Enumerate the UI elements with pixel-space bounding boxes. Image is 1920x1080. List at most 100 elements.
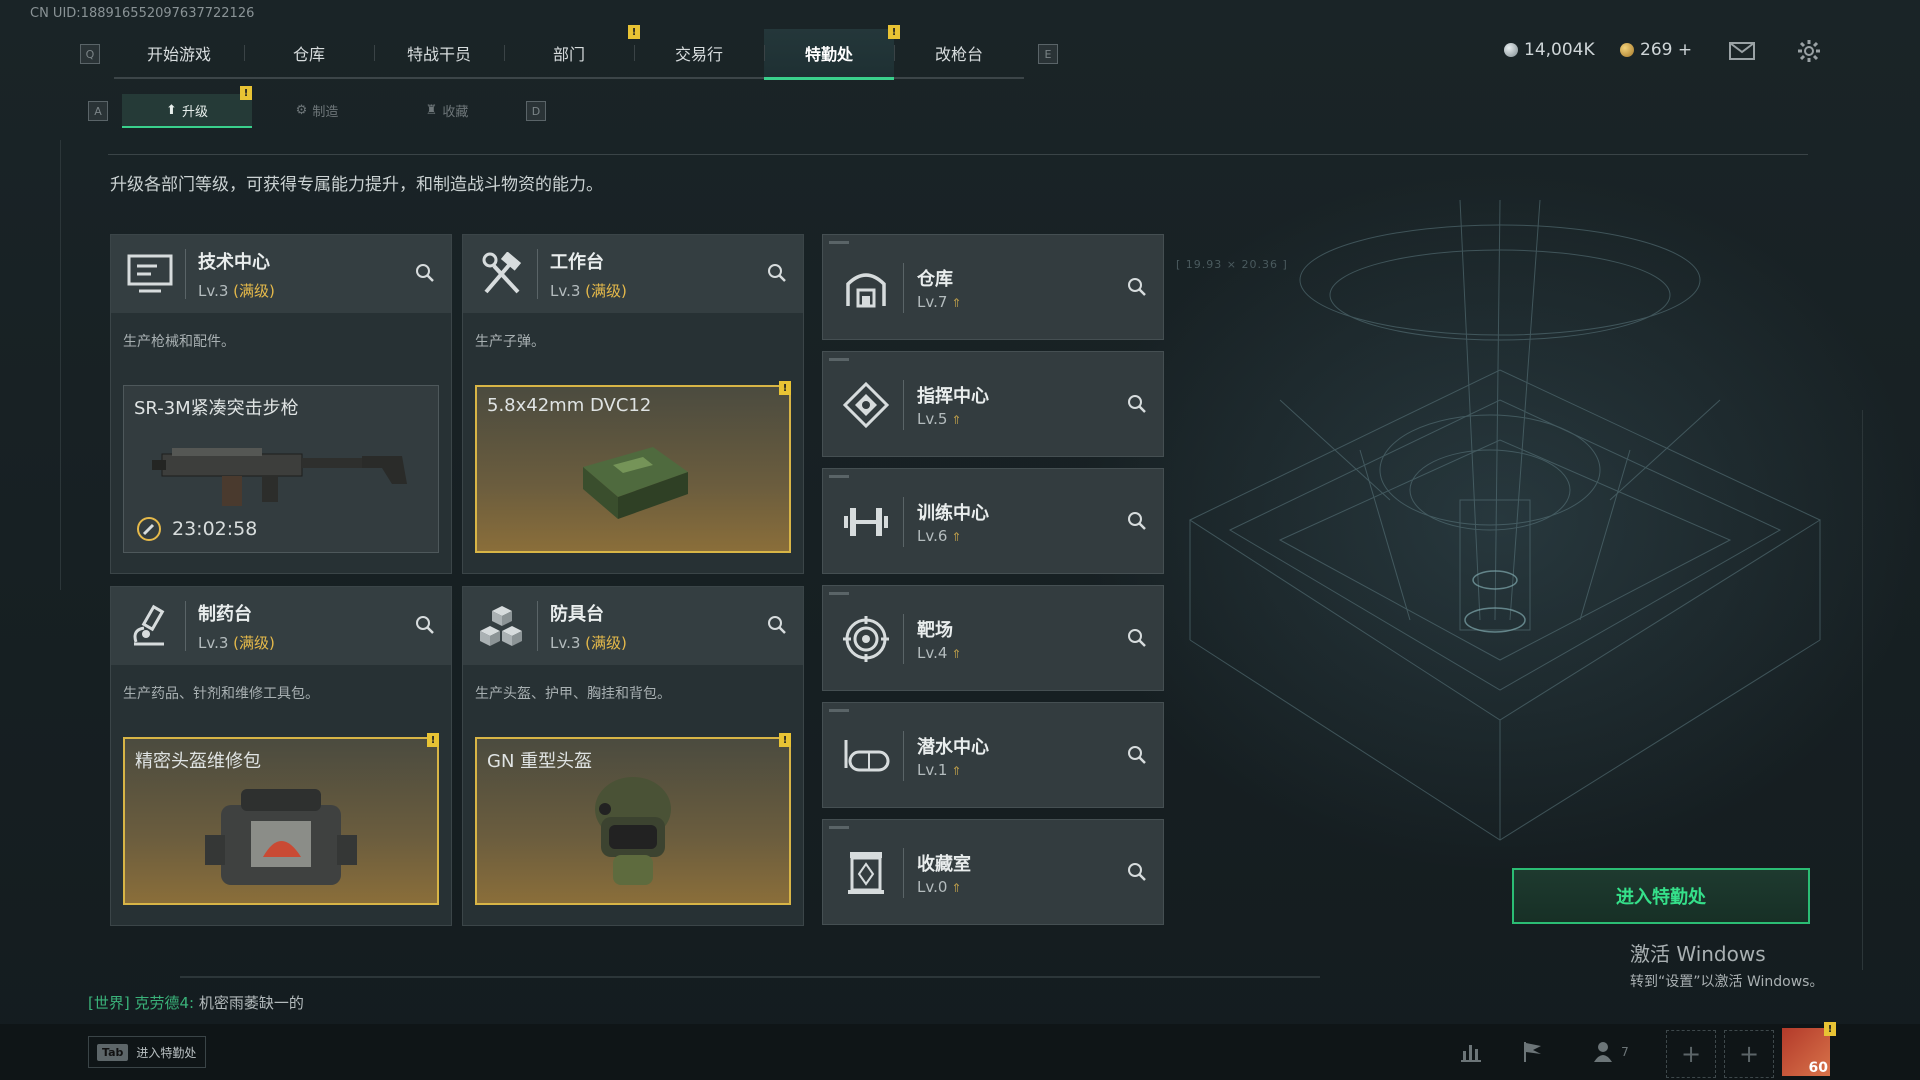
department-card-collection-room[interactable]: 收藏室 Lv.0 ⇑ [822, 819, 1164, 925]
department-card-diving-center[interactable]: 潜水中心 Lv.1 ⇑ [822, 702, 1164, 808]
search-icon[interactable] [1127, 745, 1147, 765]
hammer-wrench-icon [471, 243, 533, 305]
cubes-icon [471, 595, 533, 657]
card-level: Lv.5 ⇑ [917, 410, 961, 428]
search-icon[interactable] [767, 263, 787, 283]
gear-icon[interactable] [1795, 38, 1823, 64]
level-value: Lv.3 [198, 281, 229, 300]
tab-operators[interactable]: 特战干员 [374, 29, 504, 77]
nav-prev-key-hint[interactable]: Q [80, 44, 100, 64]
header-separator [903, 497, 904, 547]
coins-display: 14,004K [1504, 40, 1595, 60]
sub-navigation: A ⬆ 升级 ! ⚙ 制造 ♜ 收藏 D [88, 86, 546, 128]
chat-message[interactable]: [世界] 克劳德4: 机密雨萎缺一的 [88, 992, 304, 1013]
tab-upgrade[interactable]: ⬆ 升级 ! [122, 86, 252, 128]
gear-small-icon: ⚙ [295, 102, 308, 118]
department-card-command-center[interactable]: 指挥中心 Lv.5 ⇑ [822, 351, 1164, 457]
stats-chart-icon[interactable] [1456, 1038, 1486, 1066]
repair-kit-image [205, 789, 357, 885]
card-description: 生产药品、针剂和维修工具包。 [123, 686, 319, 702]
level-value: Lv.3 [550, 633, 581, 652]
tab-label: 改枪台 [934, 45, 983, 64]
workshop-card-tech-center[interactable]: 技术中心 Lv.3 (满级) 生产枪械和配件。 SR-3M紧凑突击步枪 23:0… [110, 234, 452, 574]
tab-department[interactable]: 部门! [504, 25, 640, 77]
tab-start-game[interactable]: 开始游戏 [114, 29, 244, 77]
tab-collection[interactable]: ♜ 收藏 [382, 94, 512, 126]
add-teammate-slot[interactable]: + [1724, 1030, 1774, 1078]
crafting-item-slot[interactable]: ! 5.8x42mm DVC12 [475, 381, 791, 553]
tab-special-ops[interactable]: 特勤处! [764, 25, 900, 80]
workshop-card-pharmacy[interactable]: 制药台 Lv.3 (满级) 生产药品、针剂和维修工具包。 ! 精密头盔维修包 [110, 586, 452, 926]
card-header: 工作台 Lv.3 (满级) [463, 235, 803, 313]
tab-gunsmith[interactable]: 改枪台 [894, 29, 1024, 77]
tab-label: 特战干员 [406, 45, 471, 64]
coins-amount: 14,004K [1524, 40, 1595, 60]
friends-count: 7 [1621, 1045, 1629, 1059]
enter-special-ops-button[interactable]: 进入特勤处 [1512, 868, 1810, 924]
activate-title: 激活 Windows [1630, 942, 1766, 966]
department-card-warehouse[interactable]: 仓库 Lv.7 ⇑ [822, 234, 1164, 340]
card-title: 工作台 [550, 251, 604, 273]
card-title: 靶场 [917, 620, 953, 641]
tab-key-label: Tab [97, 1043, 129, 1061]
upgrade-arrow-icon: ⇑ [951, 530, 962, 544]
friends-button[interactable]: 7 [1586, 1038, 1636, 1066]
header-separator [903, 263, 904, 313]
card-title: 制药台 [198, 603, 252, 625]
premium-currency-display[interactable]: 269 + [1620, 40, 1692, 60]
crafting-item-slot[interactable]: ! 精密头盔维修包 [123, 733, 439, 905]
subnav-next-key-hint[interactable]: D [526, 101, 546, 121]
card-level: Lv.3 (满级) [550, 280, 627, 301]
tab-craft[interactable]: ⚙ 制造 [252, 94, 382, 126]
tab-shortcut-hint[interactable]: Tab 进入特勤处 [88, 1036, 206, 1068]
card-title: 训练中心 [917, 503, 989, 524]
tab-label: 交易行 [674, 45, 723, 64]
level-value: Lv.7 [917, 293, 948, 311]
flag-icon[interactable] [1518, 1038, 1548, 1066]
search-icon[interactable] [1127, 277, 1147, 297]
search-icon[interactable] [415, 615, 435, 635]
crafting-item-slot[interactable]: SR-3M紧凑突击步枪 23:02:58 [123, 385, 439, 553]
tab-label: 收藏 [442, 104, 469, 120]
card-title: 防具台 [550, 603, 604, 625]
upgrade-arrow-icon: ⇑ [951, 296, 962, 310]
department-card-shooting-range[interactable]: 靶场 Lv.4 ⇑ [822, 585, 1164, 691]
upgrade-arrow-icon: ⇑ [951, 764, 962, 778]
subnav-prev-key-hint[interactable]: A [88, 101, 108, 121]
add-teammate-slot[interactable]: + [1666, 1030, 1716, 1078]
department-card-training-center[interactable]: 训练中心 Lv.6 ⇑ [822, 468, 1164, 574]
max-level-label: (满级) [233, 633, 275, 652]
tab-warehouse[interactable]: 仓库 [244, 29, 374, 77]
craft-timer: 23:02:58 [136, 516, 257, 542]
tab-label: 开始游戏 [146, 45, 211, 64]
collection-icon [835, 842, 897, 904]
notification-badge: ! [240, 86, 252, 100]
player-avatar[interactable]: ! 60 [1782, 1022, 1836, 1076]
workshop-card-workbench[interactable]: 工作台 Lv.3 (满级) 生产子弹。 ! 5.8x42mm DVC12 [462, 234, 804, 574]
intro-text: 升级各部门等级，可获得专属能力提升，和制造战斗物资的能力。 [110, 175, 603, 195]
search-icon[interactable] [767, 615, 787, 635]
ammo-box-image [583, 447, 688, 519]
card-level: Lv.0 ⇑ [917, 878, 961, 896]
mail-icon[interactable] [1728, 38, 1756, 64]
tab-label: 仓库 [292, 45, 325, 64]
search-icon[interactable] [415, 263, 435, 283]
card-title: 仓库 [917, 269, 953, 290]
search-icon[interactable] [1127, 511, 1147, 531]
tab-trading[interactable]: 交易行 [634, 29, 764, 77]
card-level: Lv.3 (满级) [198, 632, 275, 653]
item-name: GN 重型头盔 [487, 751, 593, 772]
card-header: 防具台 Lv.3 (满级) [463, 587, 803, 665]
helmet-image [595, 777, 671, 885]
rifle-image [152, 448, 407, 506]
search-icon[interactable] [1127, 394, 1147, 414]
tab-label: 升级 [181, 104, 208, 120]
coordinate-readout: [ 19.93 × 20.36 ] [1176, 258, 1288, 271]
card-header: 制药台 Lv.3 (满级) [111, 587, 451, 665]
workshop-card-armor-bench[interactable]: 防具台 Lv.3 (满级) 生产头盔、护甲、胸挂和背包。 ! GN 重型头盔 [462, 586, 804, 926]
search-icon[interactable] [1127, 628, 1147, 648]
search-icon[interactable] [1127, 862, 1147, 882]
tab-label: 部门 [552, 45, 585, 64]
crafting-item-slot[interactable]: ! GN 重型头盔 [475, 733, 791, 905]
nav-next-key-hint[interactable]: E [1038, 44, 1058, 64]
